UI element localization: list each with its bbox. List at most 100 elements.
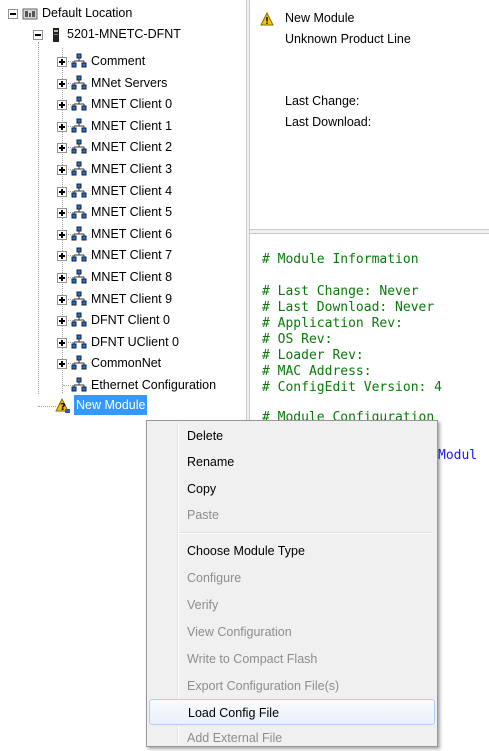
config-line: # Loader Rev: [262,348,364,363]
config-line: # ConfigEdit Version: 4 [262,380,443,395]
network-icon [71,377,87,393]
menu-item-label: Rename [187,455,235,469]
network-icon [71,269,87,285]
menu-item-write-to-compact-flash[interactable]: Write to Compact Flash [149,646,435,672]
menu-item-label: Add External File [187,731,283,745]
tree-node-label: MNET Client 9 [91,291,173,306]
expand-toggle[interactable] [57,316,67,327]
expand-toggle[interactable] [57,78,67,89]
expand-toggle[interactable] [57,337,67,348]
expand-toggle[interactable] [57,186,67,197]
network-icon [71,139,87,155]
tree-node-selected[interactable]: ? New Module [0,395,246,418]
expand-toggle[interactable] [57,294,67,305]
tree-node-label: MNET Client 4 [91,183,173,198]
warning-question-icon: ? [55,398,70,413]
expand-toggle[interactable] [57,100,67,111]
menu-item-label: Paste [187,508,219,522]
tree-node[interactable]: Ethernet Configuration [0,374,246,396]
menu-item-label: Export Configuration File(s) [187,679,340,693]
menu-item-configure[interactable]: Configure [149,565,435,591]
tree-node[interactable]: MNet Servers [0,72,246,94]
menu-item-add-external-file[interactable]: Add External File [149,725,435,751]
tree-node-label: MNET Client 5 [91,205,173,220]
tree-node[interactable]: MNET Client 0 [0,93,246,115]
menu-item-rename[interactable]: Rename [149,449,435,475]
location-icon [22,8,38,20]
network-icon [71,291,87,307]
tree-node-label: MNET Client 1 [91,118,173,133]
tree-node-label: MNET Client 2 [91,140,173,155]
network-icon [71,183,87,199]
menu-item-choose-module-type[interactable]: Choose Module Type [149,538,435,564]
tree-node[interactable]: MNET Client 8 [0,266,246,288]
config-line: # MAC Address: [262,364,372,379]
config-keyword-partial: Modul [438,448,478,463]
tree-node[interactable]: MNET Client 1 [0,115,246,137]
menu-item-load-config-file[interactable]: Load Config File [149,699,435,725]
menu-item-export-configuration-file-s[interactable]: Export Configuration File(s) [149,673,435,699]
menu-item-paste[interactable]: Paste [149,502,435,528]
menu-item-label: Load Config File [188,706,280,720]
menu-item-label: View Configuration [187,625,292,639]
tree-node[interactable]: MNET Client 5 [0,201,246,223]
product-line: Unknown Product Line [285,32,411,46]
tree-node-label: MNET Client 8 [91,270,173,284]
tree-node-label: DFNT Client 0 [91,313,170,328]
config-line: # Application Rev: [262,316,403,331]
tree-node[interactable]: MNET Client 2 [0,136,246,158]
tree-node[interactable]: DFNT Client 0 [0,309,246,331]
expand-toggle[interactable] [57,229,67,240]
tree-node[interactable]: MNET Client 4 [0,180,246,202]
menu-separator [179,532,433,534]
network-icon [71,226,87,242]
tree-node-label: MNET Client 7 [91,248,173,263]
config-line: # Last Change: Never [262,284,419,299]
expand-toggle[interactable] [57,165,67,175]
tree-device-label: 5201-MNETC-DFNT [67,27,181,41]
menu-item-view-configuration[interactable]: View Configuration [149,619,435,645]
module-info-pane: New Module Unknown Product Line Last Cha… [250,0,489,229]
tree-node-label: MNET Client 6 [91,226,173,241]
network-icon [71,334,87,350]
expand-toggle[interactable] [57,359,67,370]
tree-node[interactable]: DFNT UClient 0 [0,331,246,353]
menu-item-label: Delete [187,429,224,443]
expand-toggle[interactable] [57,121,67,132]
tree-node[interactable]: MNET Client 3 [0,158,246,180]
menu-item-label: Write to Compact Flash [187,652,318,666]
tree-node[interactable]: Comment [0,50,246,72]
network-icon [71,53,87,69]
expand-toggle[interactable] [57,57,67,67]
collapse-toggle[interactable] [33,30,43,40]
expand-toggle[interactable] [57,208,67,219]
config-line: # Last Download: Never [262,300,435,315]
tree-root-label: Default Location [42,6,133,20]
expand-toggle[interactable] [57,143,67,154]
context-menu[interactable]: Delete Rename Copy Paste Choose Module Type C… [146,420,438,747]
menu-item-verify[interactable]: Verify [149,592,435,618]
tree-node[interactable]: CommonNet [0,352,246,374]
network-icon [71,355,87,371]
expand-toggle[interactable] [57,251,67,262]
tree-node-label: CommonNet [91,356,162,371]
menu-item-copy[interactable]: Copy [149,476,435,502]
tree-node-label: Ethernet Configuration [91,378,217,392]
menu-item-label: Choose Module Type [187,544,305,558]
tree-device[interactable]: 5201-MNETC-DFNT [0,26,246,48]
menu-item-delete[interactable]: Delete [149,423,435,449]
tree-node[interactable]: MNET Client 7 [0,244,246,266]
menu-item-label: Copy [187,482,217,496]
tree-node-label: MNET Client 3 [91,162,173,176]
last-download-label: Last Download: [285,115,372,129]
tree-node-label: MNet Servers [91,75,168,90]
network-icon [71,118,87,134]
expand-toggle[interactable] [57,273,67,283]
tree-node[interactable]: MNET Client 9 [0,288,246,310]
config-line: # OS Rev: [262,332,333,347]
network-icon [71,312,87,328]
tree-node[interactable]: MNET Client 6 [0,223,246,245]
network-icon [71,75,87,91]
network-icon [71,204,87,220]
collapse-toggle[interactable] [8,9,18,19]
